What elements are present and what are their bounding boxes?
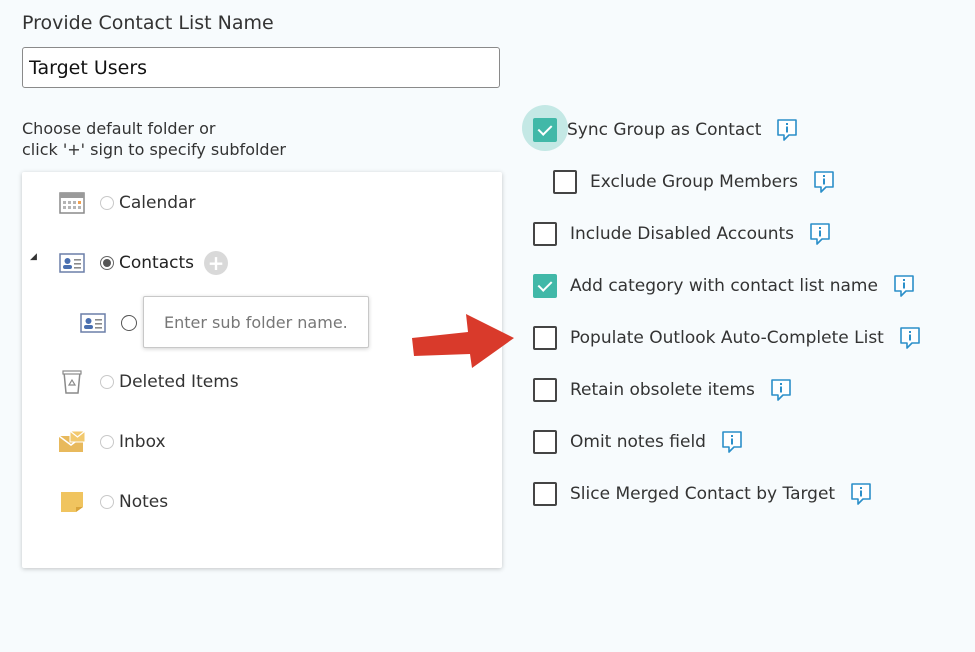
- note-icon: [58, 490, 86, 514]
- checkbox-omit-notes-field[interactable]: [533, 430, 557, 454]
- folder-radio-calendar[interactable]: [100, 196, 114, 210]
- subfolder-name-input[interactable]: [143, 296, 369, 348]
- checkbox-slice-merged-contact[interactable]: [533, 482, 557, 506]
- contact-card-icon: [79, 311, 107, 335]
- folder-radio-notes[interactable]: [100, 495, 114, 509]
- info-icon[interactable]: [775, 118, 799, 142]
- inbox-icon: [58, 430, 86, 454]
- checkbox-retain-obsolete-items[interactable]: [533, 378, 557, 402]
- folder-label-inbox: Inbox: [119, 432, 166, 452]
- folder-hint-line-2: click '+' sign to specify subfolder: [22, 140, 286, 159]
- option-omit-notes-field[interactable]: Omit notes field: [533, 427, 744, 457]
- red-arrow-annotation: [412, 314, 514, 368]
- folder-item-deleted-items[interactable]: Deleted Items: [58, 367, 239, 397]
- folder-label-notes: Notes: [119, 492, 169, 512]
- folder-hint: Choose default folder or click '+' sign …: [22, 118, 286, 160]
- info-icon[interactable]: [808, 222, 832, 246]
- contact-list-name-input[interactable]: [22, 47, 500, 88]
- folder-radio-subfolder[interactable]: [121, 315, 137, 331]
- option-exclude-group-members[interactable]: Exclude Group Members: [553, 167, 836, 197]
- collapse-triangle-icon[interactable]: ◢: [30, 252, 37, 262]
- option-slice-merged-contact[interactable]: Slice Merged Contact by Target: [533, 479, 873, 509]
- info-icon[interactable]: [769, 378, 793, 402]
- checkbox-add-category[interactable]: [533, 274, 557, 298]
- folder-label-calendar: Calendar: [119, 193, 196, 213]
- folder-item-inbox[interactable]: Inbox: [58, 427, 166, 457]
- trash-bin-icon: [58, 370, 86, 394]
- info-icon[interactable]: [898, 326, 922, 350]
- folder-label-contacts: Contacts: [119, 253, 194, 273]
- folder-hint-line-1: Choose default folder or: [22, 119, 216, 138]
- option-label-add-category: Add category with contact list name: [570, 276, 878, 296]
- info-icon[interactable]: [892, 274, 916, 298]
- folder-radio-deleted-items[interactable]: [100, 375, 114, 389]
- folder-item-calendar[interactable]: Calendar: [58, 188, 195, 218]
- folder-radio-inbox[interactable]: [100, 435, 114, 449]
- folder-radio-contacts[interactable]: [100, 256, 114, 270]
- contact-card-icon: [58, 251, 86, 275]
- option-label-include-disabled-accounts: Include Disabled Accounts: [570, 224, 795, 244]
- folder-item-notes[interactable]: Notes: [58, 487, 168, 517]
- info-icon[interactable]: [812, 170, 836, 194]
- option-label-sync-group-as-contact: Sync Group as Contact: [567, 120, 762, 140]
- option-include-disabled-accounts[interactable]: Include Disabled Accounts: [533, 219, 832, 249]
- checkbox-exclude-group-members[interactable]: [553, 170, 577, 194]
- option-populate-auto-complete[interactable]: Populate Outlook Auto-Complete List: [533, 323, 922, 353]
- calendar-icon: [58, 191, 86, 215]
- option-sync-group-as-contact[interactable]: Sync Group as Contact: [533, 115, 799, 145]
- add-subfolder-button[interactable]: +: [204, 251, 228, 275]
- option-label-exclude-group-members: Exclude Group Members: [590, 172, 798, 192]
- folder-label-deleted-items: Deleted Items: [119, 372, 239, 392]
- option-label-omit-notes-field: Omit notes field: [570, 432, 706, 452]
- checkbox-sync-group-as-contact[interactable]: [533, 118, 557, 142]
- info-icon[interactable]: [849, 482, 873, 506]
- folder-item-contacts[interactable]: Contacts +: [58, 248, 228, 278]
- option-label-populate-auto-complete: Populate Outlook Auto-Complete List: [570, 328, 884, 348]
- page-title: Provide Contact List Name: [22, 12, 274, 34]
- folder-item-new-subfolder[interactable]: [79, 308, 142, 338]
- checkbox-populate-auto-complete[interactable]: [533, 326, 557, 350]
- option-retain-obsolete-items[interactable]: Retain obsolete items: [533, 375, 793, 405]
- info-icon[interactable]: [720, 430, 744, 454]
- option-label-retain-obsolete-items: Retain obsolete items: [570, 380, 755, 400]
- checkbox-include-disabled-accounts[interactable]: [533, 222, 557, 246]
- option-add-category[interactable]: Add category with contact list name: [533, 271, 916, 301]
- option-label-slice-merged-contact: Slice Merged Contact by Target: [570, 484, 836, 504]
